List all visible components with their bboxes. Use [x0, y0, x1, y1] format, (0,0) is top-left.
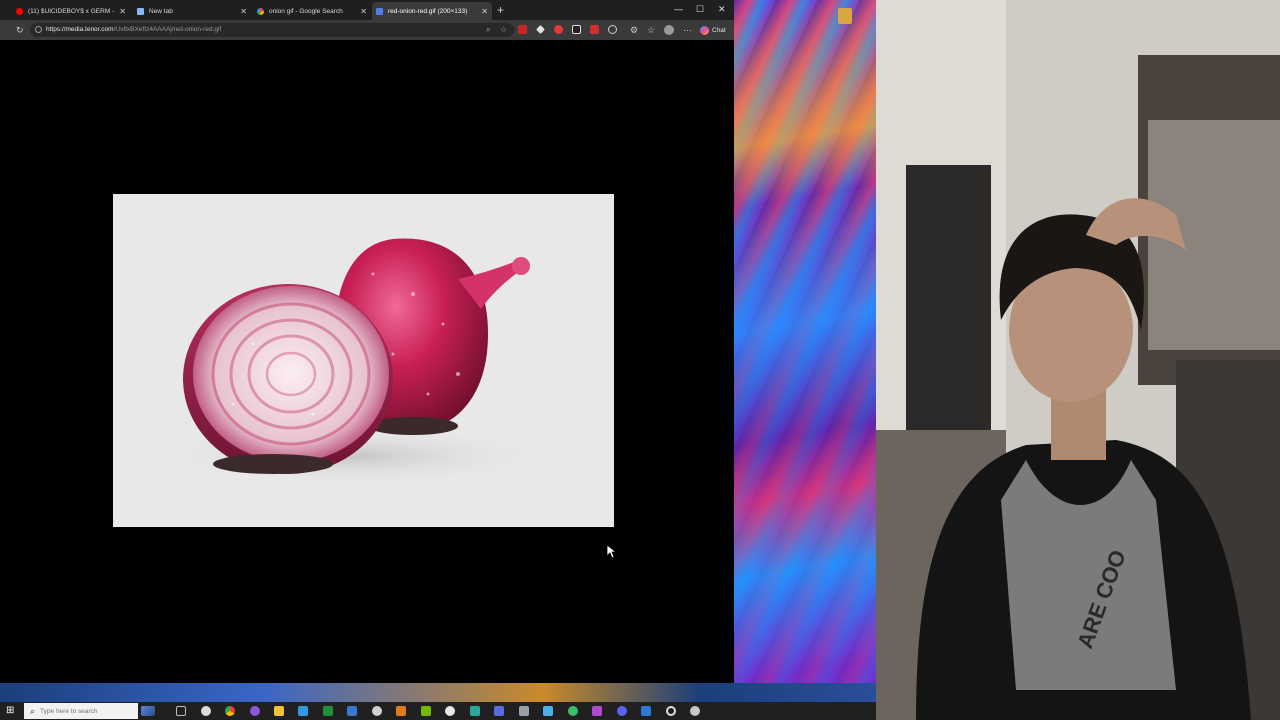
search-icon: ⌕: [30, 705, 36, 716]
red-onion-illustration: [153, 238, 553, 486]
app-14-icon[interactable]: [543, 706, 553, 716]
more-menu-icon[interactable]: ⋯: [683, 24, 692, 36]
app-10-icon[interactable]: [445, 706, 455, 716]
desktop-shortcut-icon[interactable]: [838, 8, 852, 24]
taskbar-search-input[interactable]: [40, 707, 131, 715]
youtube-icon: [16, 7, 23, 15]
chat-button[interactable]: Chat: [700, 24, 726, 36]
webcam-feed: ARE COO: [876, 0, 1280, 720]
tab-new-tab[interactable]: New tab ✕: [133, 2, 251, 20]
app-8-icon[interactable]: [396, 706, 406, 716]
url-text: https://media.tenor.com/Uv8xBXefIz4AAAAj…: [46, 24, 221, 36]
app-13-icon[interactable]: [519, 706, 529, 716]
extension-3-icon[interactable]: [554, 25, 563, 34]
reload-icon[interactable]: ↻: [16, 24, 24, 36]
close-tab-icon[interactable]: ✕: [119, 7, 126, 16]
nvidia-icon[interactable]: [421, 706, 431, 716]
app-12-icon[interactable]: [494, 706, 504, 716]
new-tab-button[interactable]: +: [497, 3, 504, 17]
tab-label: New tab: [149, 7, 173, 15]
app-11-icon[interactable]: [470, 706, 480, 716]
tab-strip: (11) $UICIDEBOY$ x GERM - CENT ✕ New tab…: [0, 0, 734, 20]
extensions-icon[interactable]: ⚙: [630, 24, 638, 36]
webcam-scene: ARE COO: [876, 0, 1280, 720]
tab-label: red-onion-red.gif (200×133): [388, 7, 468, 15]
image-icon: [376, 7, 383, 15]
minimize-button[interactable]: —: [674, 2, 683, 16]
copilot-icon: [700, 25, 709, 35]
mouse-pointer-icon: [607, 545, 617, 559]
browser-window: (11) $UICIDEBOY$ x GERM - CENT ✕ New tab…: [0, 0, 734, 683]
chat-label: Chat: [712, 26, 726, 34]
taskbar-search-box[interactable]: ⌕: [24, 703, 138, 719]
edge-icon[interactable]: [298, 706, 308, 716]
tab-label: (11) $UICIDEBOY$ x GERM - CENT: [28, 7, 115, 15]
zoom-icon[interactable]: ⌕: [486, 23, 490, 37]
widgets-icon[interactable]: [141, 706, 155, 716]
windows-start-icon[interactable]: ⊞: [6, 705, 14, 717]
app-3-icon[interactable]: [250, 706, 260, 716]
close-tab-icon[interactable]: ✕: [240, 7, 247, 16]
address-bar[interactable]: https://media.tenor.com/Uv8xBXefIz4AAAAj…: [30, 23, 514, 37]
app-15-icon[interactable]: [568, 706, 578, 716]
red-onion-gif-image: [113, 194, 614, 527]
extension-5-icon[interactable]: [590, 25, 599, 34]
tab-label: onion gif - Google Search: [269, 7, 343, 15]
app-6-icon[interactable]: [347, 706, 357, 716]
extension-6-icon[interactable]: [608, 25, 617, 34]
windows-taskbar: ⊞ ⌕: [0, 702, 876, 720]
close-tab-icon[interactable]: ✕: [481, 7, 488, 16]
tab-youtube[interactable]: (11) $UICIDEBOY$ x GERM - CENT ✕: [12, 2, 130, 20]
discord-icon[interactable]: [617, 706, 627, 716]
file-explorer-icon[interactable]: [274, 706, 284, 716]
new-tab-icon: [137, 7, 144, 15]
tab-google-search[interactable]: onion gif - Google Search ✕: [253, 2, 371, 20]
desktop-strip: [0, 683, 876, 702]
extension-1-icon[interactable]: [518, 25, 527, 34]
app-1-icon[interactable]: [201, 706, 211, 716]
favorite-star-icon[interactable]: ☆: [500, 23, 507, 37]
close-tab-icon[interactable]: ✕: [360, 7, 367, 16]
url-path: /Uv8xBXefIz4AAAAj/red-onion-red.gif: [113, 26, 222, 33]
extension-4-icon[interactable]: [572, 25, 581, 34]
tab-red-onion-gif[interactable]: red-onion-red.gif (200×133) ✕: [372, 2, 492, 20]
google-icon: [257, 7, 264, 15]
profile-avatar[interactable]: [664, 25, 674, 35]
desktop-wallpaper: [734, 0, 876, 720]
app-7-icon[interactable]: [372, 706, 382, 716]
app-5-icon[interactable]: [323, 706, 333, 716]
favorites-icon[interactable]: ☆: [647, 24, 655, 36]
app-18-icon[interactable]: [641, 706, 651, 716]
app-16-icon[interactable]: [592, 706, 602, 716]
chrome-icon[interactable]: [225, 706, 235, 716]
url-domain: https://media.tenor.com: [46, 26, 114, 33]
obs-icon[interactable]: [666, 706, 676, 716]
steam-icon[interactable]: [690, 706, 700, 716]
task-view-icon[interactable]: [176, 706, 186, 716]
site-info-icon[interactable]: [35, 26, 42, 33]
maximize-button[interactable]: ☐: [696, 2, 704, 16]
close-window-button[interactable]: ✕: [718, 2, 726, 16]
